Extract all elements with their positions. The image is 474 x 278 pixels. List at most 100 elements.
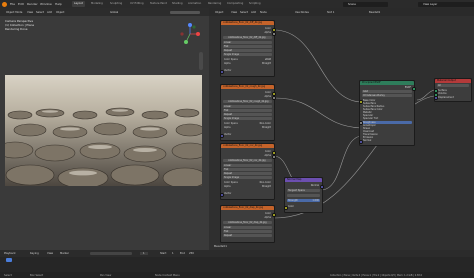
node-menu-view[interactable]: View bbox=[231, 11, 237, 14]
timeline-menu-keying[interactable]: Keying bbox=[30, 252, 39, 255]
space-dropdown[interactable]: Tangent Space bbox=[287, 189, 320, 192]
extension-dropdown[interactable]: Repeat bbox=[223, 113, 272, 116]
output-alpha-socket[interactable] bbox=[271, 154, 276, 159]
navigation-gizmo[interactable] bbox=[178, 22, 202, 50]
viewport-menu-add[interactable]: Add bbox=[47, 11, 52, 14]
viewport-menu-select[interactable]: Select bbox=[36, 11, 44, 14]
shading-mode-icons[interactable] bbox=[170, 10, 200, 14]
projection-dropdown[interactable]: Flat bbox=[223, 45, 272, 48]
workspace-tab-rendering[interactable]: Rendering bbox=[206, 1, 223, 7]
input-vector-socket[interactable] bbox=[219, 69, 224, 74]
timeline-menu-playback[interactable]: Playback bbox=[4, 252, 16, 255]
material-name-field[interactable]: Beads01 bbox=[369, 11, 380, 14]
target-dropdown[interactable]: All bbox=[437, 84, 469, 87]
output-bsdf-socket[interactable] bbox=[411, 86, 416, 91]
extension-dropdown[interactable]: Repeat bbox=[223, 49, 272, 52]
timeline-menu-view[interactable]: View bbox=[47, 252, 53, 255]
node-header[interactable]: cobblestone_floor_02_diff_4k.jpg bbox=[221, 21, 274, 25]
node-header[interactable]: cobblestone_floor_02_disp_4k.jpg bbox=[221, 206, 274, 210]
workspace-tab-texture-paint[interactable]: Texture Paint bbox=[148, 1, 169, 7]
source-dropdown[interactable]: Single Image bbox=[223, 53, 272, 56]
transform-orientation[interactable]: Global bbox=[110, 11, 118, 14]
interpolation-dropdown[interactable]: Linear bbox=[223, 226, 272, 229]
node-header[interactable]: cobblestone_floor_02_rough_4k.jpg bbox=[221, 85, 274, 89]
color-space-value[interactable]: sRGB bbox=[265, 58, 271, 61]
projection-dropdown[interactable]: Flat bbox=[223, 168, 272, 171]
alpha-mode-value[interactable]: Straight bbox=[262, 126, 271, 129]
image-texture-node-diffuse[interactable]: cobblestone_floor_02_diff_4k.jpg Color A… bbox=[219, 20, 276, 77]
output-alpha-socket[interactable] bbox=[271, 95, 276, 100]
image-texture-node-roughness[interactable]: cobblestone_floor_02_rough_4k.jpg Color … bbox=[219, 84, 276, 141]
source-dropdown[interactable]: Single Image bbox=[223, 117, 272, 120]
input-normal-socket[interactable] bbox=[358, 139, 363, 144]
playhead[interactable] bbox=[6, 258, 12, 262]
output-normal-socket[interactable] bbox=[319, 184, 324, 189]
workspace-tab-animation[interactable]: Animation bbox=[186, 1, 203, 7]
alpha-mode-value[interactable]: Straight bbox=[262, 185, 271, 188]
viewport-menu-object[interactable]: Object bbox=[56, 11, 64, 14]
blender-logo-icon[interactable] bbox=[2, 1, 7, 7]
workspace-tab-shading[interactable]: Shading bbox=[170, 1, 185, 7]
node-header[interactable]: Principled BSDF bbox=[360, 81, 414, 85]
view-layer-selector[interactable]: View Layer bbox=[418, 1, 474, 7]
interpolation-dropdown[interactable]: Linear bbox=[223, 164, 272, 167]
material-output-node[interactable]: Material Output All Surface Volume Displ… bbox=[433, 78, 472, 102]
menu-render[interactable]: Render bbox=[27, 2, 38, 6]
input-displacement-socket[interactable] bbox=[433, 96, 438, 100]
workspace-tab-compositing[interactable]: Compositing bbox=[225, 1, 245, 7]
menu-help[interactable]: Help bbox=[55, 2, 62, 6]
image-texture-node-normal[interactable]: cobblestone_floor_02_nor_4k.jpg Color Al… bbox=[219, 143, 276, 200]
end-frame-field[interactable]: 250 bbox=[189, 252, 194, 255]
workspace-tab-modeling[interactable]: Modeling bbox=[89, 1, 105, 7]
viewport-zoom-icons[interactable] bbox=[199, 52, 203, 70]
menu-edit[interactable]: Edit bbox=[18, 2, 24, 6]
material-slot-dropdown[interactable]: Slot 1 bbox=[327, 11, 334, 14]
projection-dropdown[interactable]: Flat bbox=[223, 230, 272, 233]
workspace-tab-layout[interactable]: Layout bbox=[72, 1, 85, 7]
principled-bsdf-node[interactable]: Principled BSDF BSDF GGX Christensen-Bur… bbox=[358, 80, 416, 146]
image-texture-node-displacement[interactable]: cobblestone_floor_02_disp_4k.jpg Color A… bbox=[220, 205, 276, 243]
color-space-value[interactable]: Non-Color bbox=[260, 181, 271, 184]
image-file-field[interactable]: cobblestone_floor_02_diff_4k.jpg bbox=[223, 36, 272, 39]
node-menu-node[interactable]: Node bbox=[260, 11, 267, 14]
workspace-tab-sculpting[interactable]: Sculpting bbox=[108, 1, 124, 7]
node-menu-select[interactable]: Select bbox=[240, 11, 248, 14]
output-color-socket[interactable] bbox=[271, 91, 276, 96]
uv-map-field[interactable] bbox=[287, 194, 320, 198]
strength-slider[interactable]: Strength 1.000 bbox=[287, 199, 320, 202]
input-vector-socket[interactable] bbox=[219, 133, 224, 138]
color-space-value[interactable]: Non-Color bbox=[260, 122, 271, 125]
alpha-mode-value[interactable]: Straight bbox=[262, 62, 271, 65]
output-color-socket[interactable] bbox=[271, 212, 276, 217]
input-color-socket[interactable] bbox=[283, 205, 288, 210]
menu-window[interactable]: Window bbox=[40, 2, 52, 6]
playback-controls[interactable] bbox=[90, 252, 132, 255]
interpolation-dropdown[interactable]: Linear bbox=[223, 105, 272, 108]
image-file-field[interactable]: cobblestone_floor_02_disp_4k.jpg bbox=[223, 221, 272, 224]
workspace-tab-scripting[interactable]: Scripting bbox=[247, 1, 263, 7]
source-dropdown[interactable]: Single Image bbox=[223, 176, 272, 179]
node-header[interactable]: Normal Map bbox=[285, 178, 322, 182]
node-header[interactable]: Material Output bbox=[435, 79, 471, 83]
mode-dropdown[interactable]: Object Mode bbox=[6, 11, 22, 14]
projection-dropdown[interactable]: Flat bbox=[223, 109, 272, 112]
timeline-menu-marker[interactable]: Marker bbox=[60, 252, 69, 255]
distribution-dropdown[interactable]: GGX bbox=[362, 90, 412, 93]
input-roughness-socket[interactable] bbox=[358, 121, 363, 125]
normal-map-node[interactable]: Normal Map Normal Tangent Space Strength… bbox=[283, 177, 324, 213]
subsurface-method-dropdown[interactable]: Christensen-Burley bbox=[362, 94, 412, 97]
extension-dropdown[interactable]: Repeat bbox=[223, 234, 272, 237]
extension-dropdown[interactable]: Repeat bbox=[223, 172, 272, 175]
output-color-socket[interactable] bbox=[271, 27, 276, 32]
scene-selector[interactable]: Scene bbox=[343, 1, 388, 7]
node-menu-add[interactable]: Add bbox=[251, 11, 256, 14]
workspace-tab-uv-editing[interactable]: UV Editing bbox=[128, 1, 146, 7]
node-header[interactable]: cobblestone_floor_02_nor_4k.jpg bbox=[221, 144, 274, 148]
input-base-color-socket[interactable] bbox=[358, 99, 363, 104]
start-frame-field[interactable]: 1 bbox=[172, 252, 174, 255]
input-vector-socket[interactable] bbox=[219, 192, 224, 197]
viewport-menu-view[interactable]: View bbox=[27, 11, 33, 14]
output-color-socket[interactable] bbox=[271, 150, 276, 155]
menu-file[interactable]: File bbox=[10, 2, 15, 6]
interpolation-dropdown[interactable]: Linear bbox=[223, 41, 272, 44]
